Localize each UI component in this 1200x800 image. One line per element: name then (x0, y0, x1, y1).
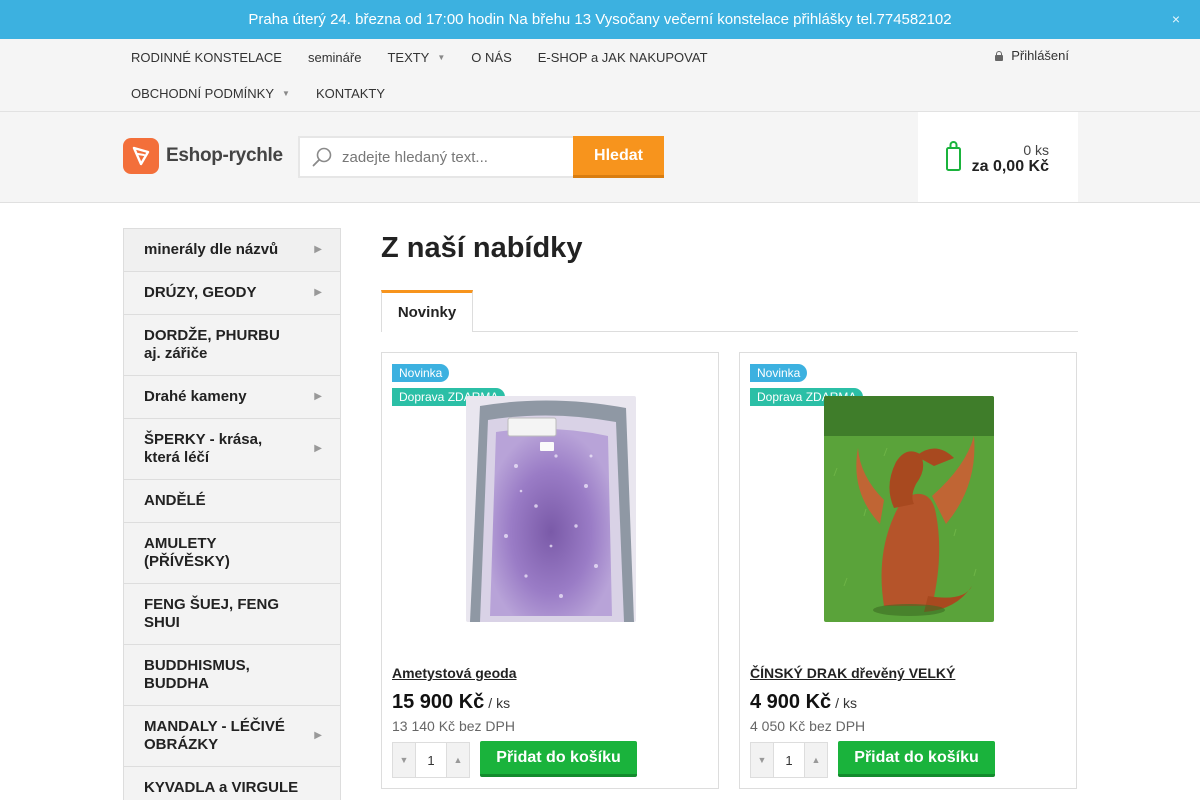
top-menu-row: RODINNÉ KONSTELACE semináře TEXTY ▼ O NÁS… (131, 39, 734, 75)
category-label: ŠPERKY - krása, která léčí (144, 431, 263, 466)
chevron-right-icon: ▶ (314, 244, 322, 255)
product-name-link[interactable]: Ametystová geoda (392, 665, 516, 681)
menu-item-label: KONTAKTY (315, 85, 386, 101)
price-without-vat: 4 050 Kč bez DPH (750, 718, 866, 734)
search-box (298, 136, 573, 178)
menu-item-rodinne-konstelace[interactable]: RODINNÉ KONSTELACE (131, 50, 282, 65)
price-value: 15 900 Kč (392, 691, 485, 713)
category-item[interactable]: Drahé kameny ▶ (124, 376, 340, 419)
search-form: Hledat (298, 136, 664, 178)
product-image[interactable] (824, 396, 994, 622)
category-label: ANDĚLÉ (144, 492, 206, 509)
category-item[interactable]: AMULETY (PŘÍVĚSKY) (124, 523, 340, 584)
category-item[interactable]: ANDĚLÉ (124, 480, 340, 523)
menu-item-o-nas[interactable]: O NÁS (471, 50, 511, 65)
category-item[interactable]: FENG ŠUEJ, FENG SHUI (124, 584, 340, 645)
category-item[interactable]: ŠPERKY - krása, která léčí ▶ (124, 419, 340, 480)
category-label: AMULETY (PŘÍVĚSKY) (144, 535, 230, 570)
category-label: MANDALY - LÉČIVÉ OBRÁZKY (144, 718, 285, 753)
site-header: Eshop-rychle Hledat 0 ks za 0,00 Kč (0, 112, 1200, 203)
login-link[interactable]: Přihlášení (995, 48, 1069, 63)
product-name-link[interactable]: ČÍNSKÝ DRAK dřevěný VELKÝ (750, 665, 955, 681)
category-item[interactable]: DORDŽE, PHURBU aj. zářiče (124, 315, 340, 376)
menu-item-kontakty[interactable]: KONTAKTY (316, 86, 385, 101)
top-menu-row: OBCHODNÍ PODMÍNKY ▼ KONTAKTY (131, 75, 411, 111)
cart-count: 0 ks (1023, 142, 1049, 158)
category-sidebar: minerály dle názvů ▶ DRÚZY, GEODY ▶ DORDŽE… (123, 228, 341, 800)
minus-icon[interactable]: ▼ (751, 743, 773, 777)
logo[interactable]: Eshop-rychle (123, 138, 283, 174)
menu-item-label: TEXTY (387, 49, 430, 65)
category-item[interactable]: minerály dle názvů ▶ (124, 229, 340, 272)
price-without-vat: 13 140 Kč bez DPH (392, 718, 515, 734)
price-unit: / ks (835, 695, 857, 711)
search-input[interactable] (342, 148, 562, 166)
category-label: minerály dle názvů (144, 241, 279, 258)
chevron-right-icon: ▶ (314, 443, 322, 454)
category-label: FENG ŠUEJ, FENG SHUI (144, 596, 280, 631)
menu-item-label: E-SHOP a JAK NAKUPOVAT (537, 49, 708, 65)
login-label: Přihlášení (1011, 48, 1069, 63)
product-card: Novinka Doprava ZDARMA ČÍNSKÝ DRAK dřevě… (739, 352, 1077, 789)
quantity-stepper: ▼ 1 ▲ (750, 742, 828, 778)
announcement-bar: Praha úterý 24. března od 17:00 hodin Na… (0, 0, 1200, 39)
category-label: KYVADLA a VIRGULE (144, 779, 299, 796)
close-icon[interactable]: × (1172, 0, 1180, 39)
new-badge: Novinka (750, 364, 808, 382)
product-price: 15 900 Kč / ks (392, 691, 510, 714)
chevron-right-icon: ▶ (314, 287, 322, 298)
add-to-cart-button[interactable]: Přidat do košíku (480, 741, 637, 777)
logo-text: Eshop-rychle (166, 145, 283, 166)
category-item[interactable]: BUDDHISMUS, BUDDHA (124, 645, 340, 706)
page-title: Z naší nabídky (381, 232, 583, 264)
search-button[interactable]: Hledat (573, 136, 664, 178)
menu-item-label: semináře (307, 49, 362, 65)
plus-icon[interactable]: ▲ (805, 743, 827, 777)
lock-icon (995, 50, 1004, 61)
category-label: DORDŽE, PHURBU aj. zářiče (144, 327, 280, 362)
chevron-right-icon: ▶ (314, 391, 322, 402)
menu-item-label: RODINNÉ KONSTELACE (131, 49, 282, 65)
menu-item-eshop[interactable]: E-SHOP a JAK NAKUPOVAT (538, 50, 708, 65)
minus-icon[interactable]: ▼ (393, 743, 415, 777)
shopping-bag-icon (946, 141, 961, 171)
category-label: Drahé kameny (144, 388, 247, 405)
category-item[interactable]: MANDALY - LÉČIVÉ OBRÁZKY ▶ (124, 706, 340, 767)
cart-total: za 0,00 Kč (971, 158, 1049, 175)
tab-novinky[interactable]: Novinky (381, 290, 473, 332)
price-unit: / ks (488, 695, 511, 711)
category-label: DRÚZY, GEODY (144, 284, 257, 301)
menu-item-obchodni-podminky[interactable]: OBCHODNÍ PODMÍNKY ▼ (131, 86, 290, 101)
category-item[interactable]: DRÚZY, GEODY ▶ (124, 272, 340, 315)
top-menu: RODINNÉ KONSTELACE semináře TEXTY ▼ O NÁS… (0, 39, 1200, 112)
chevron-right-icon: ▶ (314, 730, 322, 741)
plus-icon[interactable]: ▲ (447, 743, 469, 777)
category-label: BUDDHISMUS, BUDDHA (144, 657, 250, 692)
product-tabs: Novinky (381, 290, 1078, 332)
chevron-down-icon: ▼ (282, 88, 290, 98)
quantity-value[interactable]: 1 (415, 743, 447, 777)
quantity-value[interactable]: 1 (773, 743, 805, 777)
logo-mark-icon (123, 138, 159, 174)
menu-item-texty[interactable]: TEXTY ▼ (387, 50, 445, 65)
add-to-cart-button[interactable]: Přidat do košíku (838, 741, 995, 777)
product-card: Novinka Doprava ZDARMA Ametystová geoda … (381, 352, 719, 789)
product-image[interactable] (466, 396, 636, 622)
announcement-text: Praha úterý 24. března od 17:00 hodin Na… (248, 11, 952, 28)
quantity-stepper: ▼ 1 ▲ (392, 742, 470, 778)
product-price: 4 900 Kč / ks (750, 691, 857, 714)
category-item[interactable]: KYVADLA a VIRGULE (124, 767, 340, 800)
chevron-down-icon: ▼ (437, 52, 446, 62)
menu-item-label: OBCHODNÍ PODMÍNKY (131, 85, 275, 101)
price-value: 4 900 Kč (750, 691, 832, 713)
cart-widget[interactable]: 0 ks za 0,00 Kč (918, 112, 1078, 202)
menu-item-seminare[interactable]: semináře (308, 50, 361, 65)
menu-item-label: O NÁS (471, 49, 512, 65)
magnifier-icon (312, 147, 332, 167)
new-badge: Novinka (392, 364, 450, 382)
